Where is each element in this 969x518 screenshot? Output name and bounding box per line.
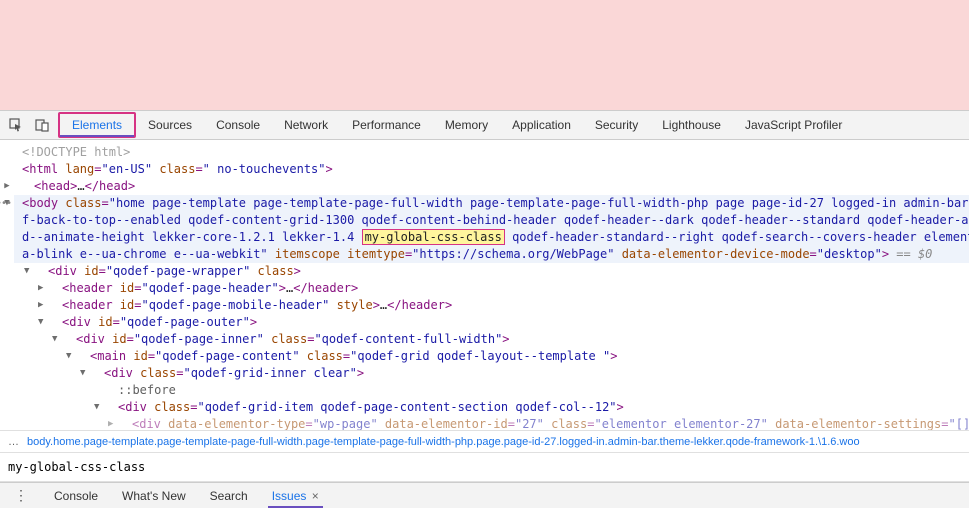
dom-node[interactable]: <header id="qodef-page-mobile-header" st… bbox=[8, 297, 969, 314]
expand-arrow-icon[interactable]: ▼ bbox=[38, 314, 43, 331]
drawer-tab-whatsnew[interactable]: What's New bbox=[118, 489, 190, 503]
dom-node[interactable]: <div id="qodef-page-wrapper" class> bbox=[8, 263, 969, 280]
expand-arrow-icon[interactable]: ▶ bbox=[38, 280, 43, 297]
expand-arrow-icon[interactable]: ▼ bbox=[66, 348, 71, 365]
tab-application[interactable]: Application bbox=[500, 110, 583, 140]
elements-dom-tree[interactable]: ••• <!DOCTYPE html> <html lang="en-US" c… bbox=[0, 140, 969, 430]
drawer-tab-console[interactable]: Console bbox=[50, 489, 102, 503]
tab-profiler[interactable]: JavaScript Profiler bbox=[733, 110, 854, 140]
tab-sources[interactable]: Sources bbox=[136, 110, 204, 140]
dom-node[interactable]: <main id="qodef-page-content" class="qod… bbox=[8, 348, 969, 365]
drawer-tab-search[interactable]: Search bbox=[206, 489, 252, 503]
doctype-node[interactable]: <!DOCTYPE html> bbox=[22, 145, 130, 159]
tab-lighthouse[interactable]: Lighthouse bbox=[650, 110, 733, 140]
expand-arrow-icon[interactable]: ▶ bbox=[38, 297, 43, 314]
dom-node[interactable]: <div data-elementor-type="wp-page" data-… bbox=[8, 416, 969, 430]
breadcrumb-segment[interactable]: body.home.page-template.page-template-pa… bbox=[27, 436, 860, 448]
html-node[interactable]: <html lang="en-US" class=" no-touchevent… bbox=[8, 161, 969, 178]
expand-arrow-icon[interactable] bbox=[2, 178, 12, 195]
expand-arrow-icon[interactable]: ▼ bbox=[24, 263, 29, 280]
dom-breadcrumb[interactable]: … body.home.page-template.page-template-… bbox=[0, 430, 969, 452]
device-toolbar-icon[interactable] bbox=[32, 115, 52, 135]
tab-elements[interactable]: Elements bbox=[58, 112, 136, 138]
dom-node[interactable]: <div class="qodef-grid-item qodef-page-c… bbox=[8, 399, 969, 416]
elements-search-bar bbox=[0, 452, 969, 482]
expand-arrow-icon[interactable]: ▼ bbox=[52, 331, 57, 348]
dom-node[interactable]: <div class="qodef-grid-inner clear"> bbox=[8, 365, 969, 382]
drawer-toolbar: ⋮ Console What's New Search Issues × bbox=[0, 482, 969, 508]
search-match-highlight: my-global-css-class bbox=[362, 229, 505, 245]
dom-node[interactable]: <div id="qodef-page-inner" class="qodef-… bbox=[8, 331, 969, 348]
tab-console[interactable]: Console bbox=[204, 110, 272, 140]
tab-memory[interactable]: Memory bbox=[433, 110, 500, 140]
dom-node[interactable]: <header id="qodef-page-header">…</header… bbox=[8, 280, 969, 297]
body-node[interactable]: <body class="home page-template page-tem… bbox=[14, 195, 969, 263]
pseudo-element[interactable]: ::before bbox=[118, 383, 176, 397]
selection-dots-icon: ••• bbox=[0, 195, 11, 212]
dom-node[interactable]: <div id="qodef-page-outer"> bbox=[8, 314, 969, 331]
drawer-menu-icon[interactable]: ⋮ bbox=[8, 487, 34, 504]
elements-search-input[interactable] bbox=[8, 460, 961, 474]
tab-security[interactable]: Security bbox=[583, 110, 650, 140]
head-node[interactable]: <head>…</head> bbox=[8, 178, 969, 195]
expand-arrow-icon[interactable]: ▼ bbox=[94, 399, 99, 416]
drawer-tab-issues[interactable]: Issues × bbox=[268, 489, 323, 503]
expand-arrow-icon[interactable]: ▶ bbox=[108, 416, 113, 430]
inspect-element-icon[interactable] bbox=[6, 115, 26, 135]
expand-arrow-icon[interactable]: ▼ bbox=[80, 365, 85, 382]
devtools-main-toolbar: Elements Sources Console Network Perform… bbox=[0, 110, 969, 140]
tab-performance[interactable]: Performance bbox=[340, 110, 433, 140]
page-preview-area bbox=[0, 0, 969, 110]
tab-network[interactable]: Network bbox=[272, 110, 340, 140]
selected-element-indicator: == $0 bbox=[889, 247, 932, 261]
close-icon[interactable]: × bbox=[308, 489, 318, 503]
